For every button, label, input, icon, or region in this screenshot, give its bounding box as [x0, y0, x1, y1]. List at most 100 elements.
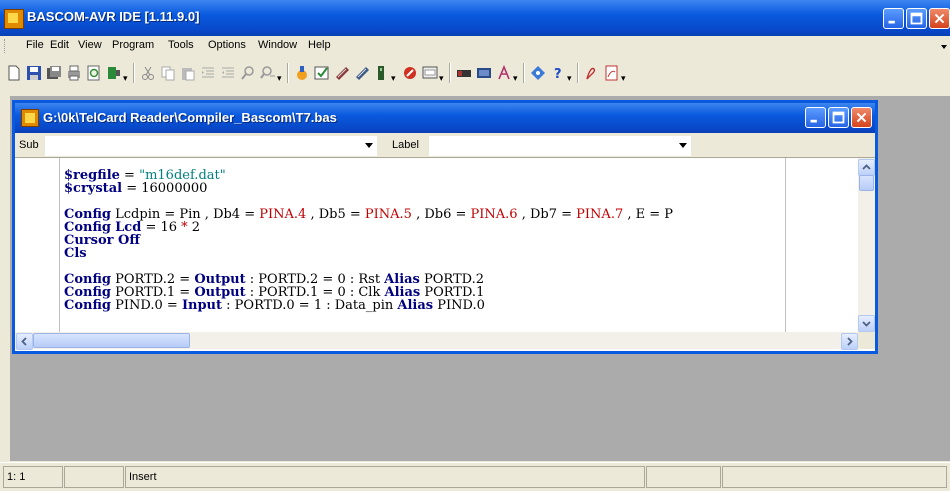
code-line[interactable]: Cls — [64, 247, 87, 261]
status-panel-extra — [646, 466, 721, 488]
print-preview-icon[interactable] — [86, 65, 102, 81]
menubar-chevron-icon[interactable] — [941, 44, 947, 50]
horizontal-scrollbar[interactable] — [15, 332, 858, 350]
code-token: Cls — [64, 246, 87, 261]
scroll-up-button[interactable] — [858, 159, 875, 176]
toolbar-dropdown-icon[interactable]: ▾ — [513, 74, 518, 84]
copy-icon[interactable] — [160, 65, 176, 81]
new-file-icon[interactable] — [6, 65, 22, 81]
document-icon[interactable] — [21, 109, 39, 127]
unindent-icon[interactable] — [220, 65, 236, 81]
chevron-down-icon[interactable] — [679, 143, 687, 148]
code-token: PINA.6 — [470, 207, 518, 222]
app-titlebar[interactable]: BASCOM-AVR IDE [1.11.9.0] — [0, 0, 950, 36]
navigation-bar: Sub Label — [15, 133, 875, 158]
code-editor[interactable]: $regfile = "m16def.dat" $crystal = 160000… — [15, 158, 858, 332]
menu-tools[interactable]: Tools — [168, 39, 194, 51]
menu-program[interactable]: Program — [112, 39, 154, 51]
indent-icon[interactable] — [200, 65, 216, 81]
code-token: Input — [181, 298, 223, 313]
toolbar-dropdown-icon[interactable]: ▾ — [391, 74, 396, 84]
send-icon[interactable] — [374, 65, 390, 81]
toolbar-dropdown-icon[interactable]: ▾ — [621, 74, 626, 84]
compile-icon[interactable] — [294, 65, 310, 81]
editor-maximize-button[interactable] — [828, 107, 849, 128]
vertical-scrollbar[interactable] — [858, 158, 875, 332]
code-line[interactable]: $crystal = 16000000 — [64, 182, 207, 196]
resize-grip-icon[interactable] — [858, 332, 875, 349]
label-dropdown[interactable] — [429, 136, 691, 156]
print-icon[interactable] — [66, 65, 82, 81]
paste-icon[interactable] — [180, 65, 196, 81]
bascom-app-icon[interactable] — [4, 9, 24, 29]
syntax-check-icon[interactable] — [314, 65, 330, 81]
chevron-down-icon — [862, 321, 871, 327]
horizontal-scroll-thumb[interactable] — [33, 333, 190, 348]
lcd-designer-icon[interactable] — [456, 65, 472, 81]
close-button[interactable] — [929, 8, 950, 29]
toolbar-dropdown-icon[interactable]: ▾ — [439, 74, 444, 84]
code-line[interactable]: Config PIND.0 = Input : PORTD.0 = 1 : Da… — [64, 299, 485, 313]
toolbar: ▾ ▾ ▾ ▾ ▾ ? ▾ ▾ — [0, 58, 950, 88]
editor-gutter[interactable] — [15, 158, 60, 332]
scroll-down-button[interactable] — [858, 315, 875, 332]
sub-dropdown[interactable] — [45, 136, 377, 156]
code-token: , E = P — [623, 207, 674, 222]
terminal-icon[interactable] — [422, 65, 438, 81]
menu-view[interactable]: View — [78, 39, 102, 51]
minimize-button[interactable] — [883, 8, 904, 29]
help-index-icon[interactable] — [530, 65, 546, 81]
status-bar: 1: 1 Insert — [0, 462, 950, 491]
toolbar-dropdown-icon[interactable]: ▾ — [277, 74, 282, 84]
menubar-grip[interactable] — [4, 39, 8, 53]
menu-help[interactable]: Help — [308, 39, 331, 51]
pdf-icon[interactable] — [604, 65, 620, 81]
code-token: PINA.5 — [364, 207, 412, 222]
scroll-left-button[interactable] — [16, 333, 33, 350]
find-icon[interactable] — [240, 65, 256, 81]
chevron-down-icon[interactable] — [365, 143, 373, 148]
menu-edit[interactable]: Edit — [50, 39, 69, 51]
editor-title: G:\0k\TelCard Reader\Compiler_Bascom\T7.… — [43, 110, 337, 125]
app-title: BASCOM-AVR IDE [1.11.9.0] — [27, 9, 200, 24]
code-token: $crystal — [64, 181, 123, 196]
cut-icon[interactable] — [140, 65, 156, 81]
code-token: = — [122, 181, 142, 196]
editor-titlebar[interactable]: G:\0k\TelCard Reader\Compiler_Bascom\T7.… — [15, 103, 875, 133]
find-next-icon[interactable] — [260, 65, 276, 81]
code-token: PINA.4 — [259, 207, 307, 222]
maximize-button[interactable] — [906, 8, 927, 29]
scroll-right-button[interactable] — [841, 333, 858, 350]
editor-minimize-button[interactable] — [805, 107, 826, 128]
lib-manager-icon[interactable] — [476, 65, 492, 81]
close-file-icon[interactable] — [106, 65, 122, 81]
menu-window[interactable]: Window — [258, 39, 297, 51]
menu-file[interactable]: File — [26, 39, 44, 51]
pdf-viewer-icon[interactable] — [584, 65, 600, 81]
editor-close-button[interactable] — [851, 107, 872, 128]
help-icon[interactable]: ? — [550, 65, 566, 81]
menu-options[interactable]: Options — [208, 39, 246, 51]
status-panel-modified — [64, 466, 124, 488]
minimize-icon — [810, 119, 817, 123]
svg-text:?: ? — [554, 67, 562, 81]
menu-bar: File Edit View Program Tools Options Win… — [0, 36, 950, 56]
save-all-icon[interactable] — [46, 65, 62, 81]
label-label: Label — [392, 139, 419, 151]
toolbar-separator — [523, 63, 525, 83]
status-panel-info — [722, 466, 947, 488]
toolbar-dropdown-icon[interactable]: ▾ — [567, 74, 572, 84]
chip-icon[interactable] — [334, 65, 350, 81]
stop-icon[interactable] — [402, 65, 418, 81]
font-editor-icon[interactable] — [496, 65, 512, 81]
code-token: = — [141, 220, 161, 235]
minimize-icon — [888, 20, 895, 24]
chevron-right-icon — [847, 337, 853, 346]
code-token: 16 — [160, 220, 178, 235]
editor-window[interactable]: G:\0k\TelCard Reader\Compiler_Bascom\T7.… — [12, 100, 878, 354]
vertical-scroll-thumb[interactable] — [859, 175, 874, 191]
programmer-icon[interactable] — [354, 65, 370, 81]
save-icon[interactable] — [26, 65, 42, 81]
toolbar-dropdown-icon[interactable]: ▾ — [123, 74, 128, 84]
code-token: 16000000 — [141, 181, 208, 196]
